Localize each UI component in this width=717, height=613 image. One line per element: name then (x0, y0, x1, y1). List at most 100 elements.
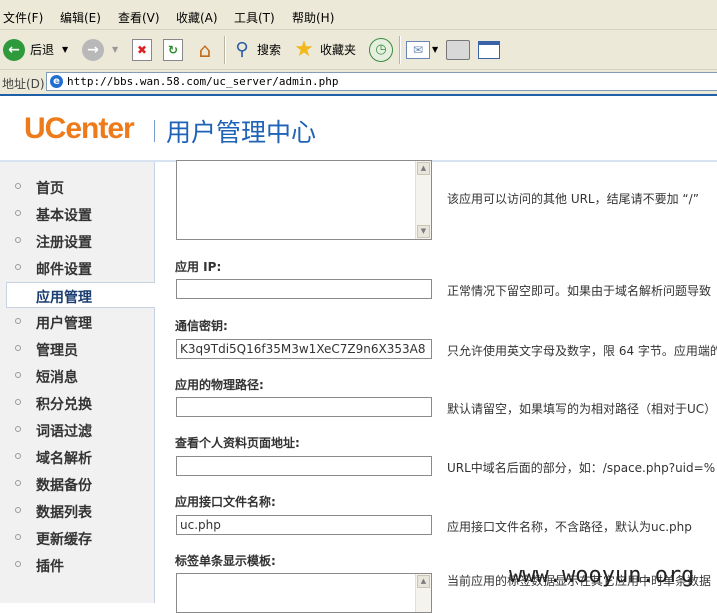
sidebar-item-label: 数据列表 (36, 505, 92, 521)
profile-url-hint: URL中域名后面的部分，如：/space.php?uid=% (447, 461, 716, 475)
page-header: UCenter 用户管理中心 (0, 94, 717, 162)
sidebar-item-update-cache[interactable]: 更新缓存 (0, 525, 154, 551)
app-edit-form: ▲ ▼ 该应用可以访问的其他 URL，结尾请不要加 “/” 应用 IP: 正常情… (155, 160, 717, 613)
sidebar-item-label: 插件 (36, 559, 64, 575)
textarea-scrollbar[interactable]: ▲ (415, 574, 431, 612)
physical-path-hint: 默认请留空，如果填写的为相对路径（相对于UC） (447, 402, 717, 416)
sidebar-item-data-list[interactable]: 数据列表 (0, 498, 154, 524)
comm-key-hint: 只允许使用英文字母及数字，限 64 字节。应用端的 (447, 344, 717, 358)
search-icon: ⚲ (235, 38, 249, 60)
sidebar-item-domain-resolve[interactable]: 域名解析 (0, 444, 154, 470)
history-icon: ◷ (369, 37, 393, 62)
page-title: 用户管理中心 (166, 118, 317, 147)
bullet-icon (15, 534, 21, 540)
address-bar: 地址(D) e http://bbs.wan.58.com/uc_server/… (0, 69, 717, 94)
header-divider (154, 120, 155, 142)
forward-button[interactable]: → ▼ (82, 30, 118, 69)
scroll-down-icon[interactable]: ▼ (417, 225, 430, 238)
home-button[interactable]: ⌂ (193, 30, 217, 69)
bullet-icon (15, 183, 21, 189)
printer-icon (446, 39, 470, 60)
back-dropdown-icon: ▼ (62, 45, 69, 54)
other-url-hint: 该应用可以访问的其他 URL，结尾请不要加 “/” (447, 192, 699, 206)
bullet-icon (15, 399, 21, 405)
sidebar-item-label: 积分兑换 (36, 397, 92, 413)
mail-icon: ✉ (406, 40, 430, 59)
sidebar-item-credit-exchange[interactable]: 积分兑换 (0, 390, 154, 416)
app-ip-hint: 正常情况下留空即可。如果由于域名解析问题导致 (447, 284, 712, 298)
comm-key-input[interactable]: K3q9Tdi5Q16f35M3w1XeC7Z9n6X353A8 (176, 339, 432, 359)
other-url-textarea[interactable]: ▲ ▼ (176, 160, 432, 240)
tag-template-textarea[interactable]: ▲ (176, 573, 432, 613)
watermark: www.wooyun.org (509, 563, 695, 588)
history-button[interactable]: ◷ (369, 30, 393, 69)
menu-view[interactable]: 查看(V) (118, 9, 160, 26)
sidebar-item-mail-settings[interactable]: 邮件设置 (0, 255, 154, 281)
sidebar-item-register-settings[interactable]: 注册设置 (0, 228, 154, 254)
sidebar-item-label: 注册设置 (36, 235, 92, 251)
sidebar-item-label: 基本设置 (36, 208, 92, 224)
back-button[interactable]: ← 后退 ▼ (3, 30, 68, 69)
sidebar-item-label: 邮件设置 (36, 262, 92, 278)
search-button[interactable]: ⚲ 搜索 (231, 30, 281, 69)
bullet-icon (15, 237, 21, 243)
physical-path-input[interactable] (176, 397, 432, 417)
bullet-icon (15, 561, 21, 567)
stop-button[interactable]: ✖ (132, 30, 152, 69)
app-ip-input[interactable] (176, 279, 432, 299)
address-label: 地址(D) (2, 77, 45, 91)
sidebar-item-basic-settings[interactable]: 基本设置 (0, 201, 154, 227)
app-ip-label: 应用 IP: (175, 260, 222, 274)
sidebar-item-user-management[interactable]: 用户管理 (0, 309, 154, 335)
sidebar-item-label: 更新缓存 (36, 532, 92, 548)
forward-arrow-icon: → (82, 38, 104, 61)
address-url[interactable]: http://bbs.wan.58.com/uc_server/admin.ph… (67, 75, 339, 88)
back-label: 后退 (30, 43, 55, 57)
sidebar-item-home[interactable]: 首页 (0, 174, 154, 200)
toolbar-separator (399, 36, 401, 64)
favorites-label: 收藏夹 (320, 43, 357, 57)
sidebar-item-label: 数据备份 (36, 478, 92, 494)
menu-tools[interactable]: 工具(T) (234, 9, 275, 26)
api-filename-hint: 应用接口文件名称，不含路径，默认为uc.php (447, 520, 692, 534)
bullet-icon (15, 318, 21, 324)
sidebar-item-admins[interactable]: 管理员 (0, 336, 154, 362)
bullet-icon (15, 210, 21, 216)
profile-url-input[interactable] (176, 456, 432, 476)
refresh-button[interactable]: ↻ (163, 30, 183, 69)
scroll-up-icon[interactable]: ▲ (417, 575, 430, 588)
sidebar-item-messages[interactable]: 短消息 (0, 363, 154, 389)
sidebar-item-label: 管理员 (36, 343, 78, 359)
profile-url-label: 查看个人资料页面地址: (175, 436, 300, 450)
menu-favorites[interactable]: 收藏(A) (176, 9, 218, 26)
menu-help[interactable]: 帮助(H) (292, 9, 334, 26)
menu-file[interactable]: 文件(F) (3, 9, 43, 26)
sidebar-item-label: 短消息 (36, 370, 78, 386)
favorites-button[interactable]: ★ 收藏夹 (292, 30, 356, 69)
sidebar-item-label: 应用管理 (36, 290, 92, 306)
sidebar-item-label: 词语过滤 (36, 424, 92, 440)
api-filename-input[interactable]: uc.php (176, 515, 432, 535)
sidebar-item-label: 首页 (36, 181, 64, 197)
bullet-icon (15, 426, 21, 432)
stop-icon: ✖ (132, 38, 152, 61)
sidebar-item-word-filter[interactable]: 词语过滤 (0, 417, 154, 443)
physical-path-label: 应用的物理路径: (175, 378, 264, 392)
toolbar-separator (224, 36, 226, 64)
address-input[interactable]: e http://bbs.wan.58.com/uc_server/admin.… (46, 72, 717, 91)
edit-button[interactable] (478, 30, 500, 69)
sidebar-nav: 首页 基本设置 注册设置 邮件设置 应用管理 用户管理 管理员 短消息 积分兑换… (0, 162, 155, 603)
textarea-scrollbar[interactable]: ▲ ▼ (415, 161, 431, 239)
sidebar-item-app-management[interactable]: 应用管理 (6, 282, 155, 308)
print-button[interactable] (446, 30, 470, 69)
back-arrow-icon: ← (3, 38, 25, 61)
sidebar-item-data-backup[interactable]: 数据备份 (0, 471, 154, 497)
bullet-icon (15, 453, 21, 459)
bullet-icon (15, 507, 21, 513)
menu-edit[interactable]: 编辑(E) (60, 9, 101, 26)
api-filename-label: 应用接口文件名称: (175, 495, 276, 509)
mail-button[interactable]: ✉ ▼ (406, 30, 438, 69)
sidebar-item-plugins[interactable]: 插件 (0, 552, 154, 578)
scroll-up-icon[interactable]: ▲ (417, 162, 430, 175)
ucenter-logo[interactable]: UCenter (24, 112, 135, 146)
